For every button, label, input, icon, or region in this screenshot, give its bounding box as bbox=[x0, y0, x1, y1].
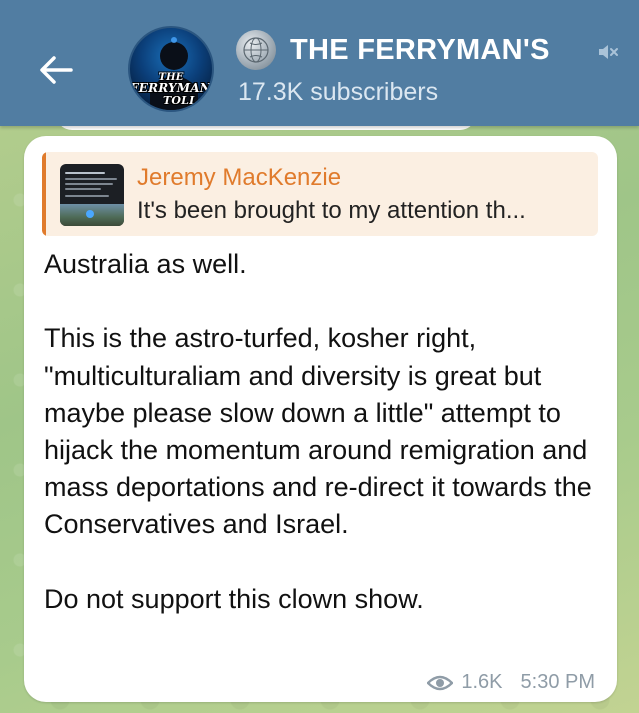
reply-author: Jeremy MacKenzie bbox=[137, 164, 342, 191]
reply-text: It's been brought to my attention th... bbox=[137, 197, 526, 224]
message-text: Australia as well. This is the astro-tur… bbox=[44, 246, 604, 618]
channel-title-row[interactable]: THE FERRYMAN'S bbox=[236, 30, 550, 70]
eye-icon bbox=[427, 675, 454, 690]
message-paragraph: This is the astro-turfed, kosher right, … bbox=[44, 323, 592, 540]
message-bubble[interactable]: Jeremy MacKenzie It's been brought to my… bbox=[24, 136, 617, 702]
globe-emblem-icon bbox=[236, 30, 276, 70]
channel-header: THE FERRYMAN'S TOLL THE FERRYMAN'S 17.3K… bbox=[0, 0, 639, 126]
arrow-left-icon bbox=[40, 56, 73, 84]
back-button[interactable] bbox=[28, 42, 84, 98]
reply-preview[interactable]: Jeremy MacKenzie It's been brought to my… bbox=[42, 152, 598, 236]
subscriber-count: 17.3K subscribers bbox=[238, 78, 439, 106]
avatar-logo-line3: TOLL bbox=[162, 94, 198, 107]
channel-avatar[interactable]: THE FERRYMAN'S TOLL bbox=[128, 26, 214, 112]
reply-thumbnail bbox=[60, 164, 124, 226]
muted-speaker-icon bbox=[599, 45, 618, 59]
message-time: 5:30 PM bbox=[520, 671, 595, 693]
view-count: 1.6K bbox=[461, 671, 503, 693]
message-meta: 1.6K 5:30 PM bbox=[427, 671, 595, 694]
avatar-logo-line2: FERRYMAN'S bbox=[130, 81, 212, 95]
reply-accent-bar bbox=[42, 152, 46, 236]
message-paragraph: Do not support this clown show. bbox=[44, 583, 424, 614]
channel-title: THE FERRYMAN'S bbox=[290, 33, 550, 66]
message-paragraph: Australia as well. bbox=[44, 249, 247, 279]
